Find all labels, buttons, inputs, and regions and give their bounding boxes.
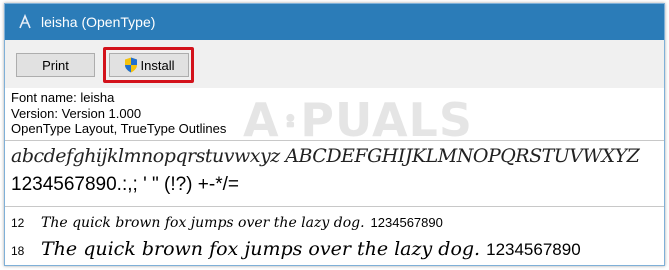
sample-text: The quick brown fox jumps over the lazy …	[41, 238, 481, 260]
toolbar: Print Install	[5, 40, 664, 88]
alphabet-preview: abcdefghijklmnopqrstuvwxyz ABCDEFGHIJKLM…	[11, 145, 640, 167]
font-name-line: Font name: leisha	[11, 90, 115, 105]
font-outline-line: OpenType Layout, TrueType Outlines	[11, 121, 227, 136]
sample-row-18: 18 The quick brown fox jumps over the la…	[11, 238, 581, 260]
sample-size-label: 18	[11, 244, 25, 258]
font-app-icon	[19, 14, 31, 29]
sample-size-label: 12	[11, 216, 25, 230]
watermark-mascot-icon	[285, 113, 294, 128]
sample-text: The quick brown fox jumps over the lazy …	[41, 215, 365, 231]
watermark-text-right: PUALS	[300, 93, 473, 147]
print-button-label: Print	[42, 57, 69, 73]
divider-bottom	[5, 206, 664, 207]
sample-digits: 1234567890	[370, 215, 443, 230]
sample-digits: 1234567890	[486, 240, 581, 259]
font-viewer-window: leisha (OpenType) Print Install Font nam…	[4, 3, 665, 266]
sample-row-12: 12 The quick brown fox jumps over the la…	[11, 215, 443, 231]
numbers-preview: 1234567890.:,; ' " (!?) +-*/=	[11, 174, 239, 195]
font-version-line: Version: Version 1.000	[11, 105, 142, 121]
title-bar: leisha (OpenType)	[5, 4, 664, 40]
print-button[interactable]: Print	[16, 53, 95, 77]
window-title: leisha (OpenType)	[41, 14, 156, 30]
divider-top	[5, 140, 664, 141]
install-button-label: Install	[140, 57, 175, 73]
watermark-text-left: A	[243, 93, 280, 147]
font-info: Font name: leisha Version: Version 1.000…	[11, 90, 226, 137]
uac-shield-icon	[124, 57, 137, 73]
install-button[interactable]: Install	[109, 53, 189, 77]
